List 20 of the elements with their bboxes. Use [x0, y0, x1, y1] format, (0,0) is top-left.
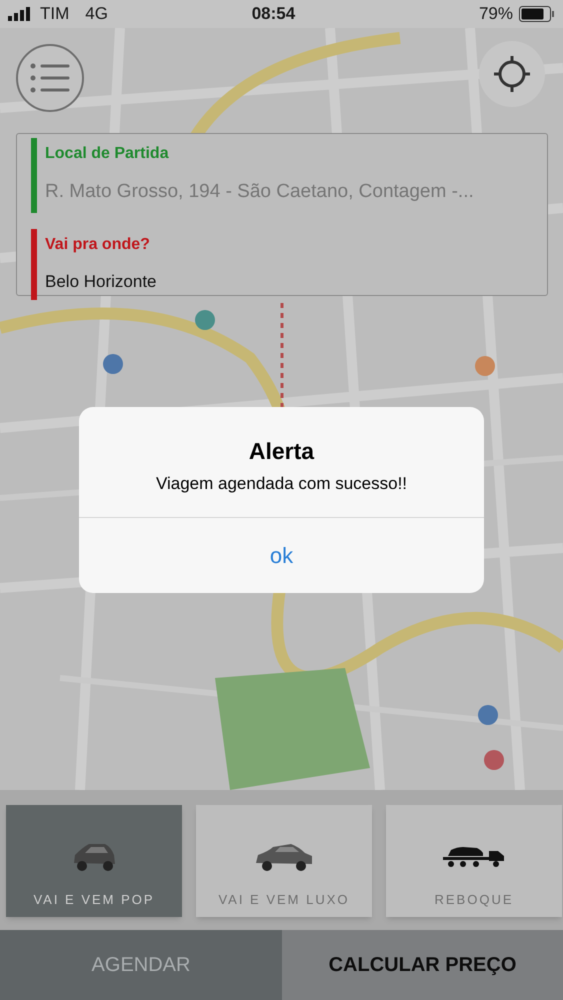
tow-truck-icon	[443, 844, 505, 868]
field-label: Vai pra onde?	[45, 234, 151, 254]
vehicle-option[interactable]: VAI E VEM POP	[6, 805, 182, 917]
field-label: Local de Partida	[45, 144, 170, 164]
network-type: 4G	[85, 3, 108, 26]
vehicle-option[interactable]: VAI E VEM LUXO	[196, 805, 372, 917]
crosshair-icon	[493, 55, 531, 93]
marker-stripe	[31, 228, 37, 300]
action-button[interactable]: CALCULAR PREÇO	[282, 930, 563, 1000]
address-field[interactable]: Belo Horizonte	[45, 268, 525, 294]
carrier-name: TIM	[40, 3, 70, 26]
alert-message: Viagem agendada com sucesso!!	[156, 473, 408, 495]
battery-percent: 79%	[478, 3, 513, 26]
address-field[interactable]: R. Mato Grosso, 194 - São Caetano, Contagem -...	[45, 178, 525, 206]
vehicle-option[interactable]: REBOQUE	[386, 805, 562, 917]
clock-time: 08:54	[250, 3, 296, 26]
battery-icon	[519, 6, 555, 22]
alert-title: Alerta	[248, 437, 314, 465]
ok-button[interactable]: ok	[79, 518, 484, 593]
menu-icon	[30, 63, 70, 93]
